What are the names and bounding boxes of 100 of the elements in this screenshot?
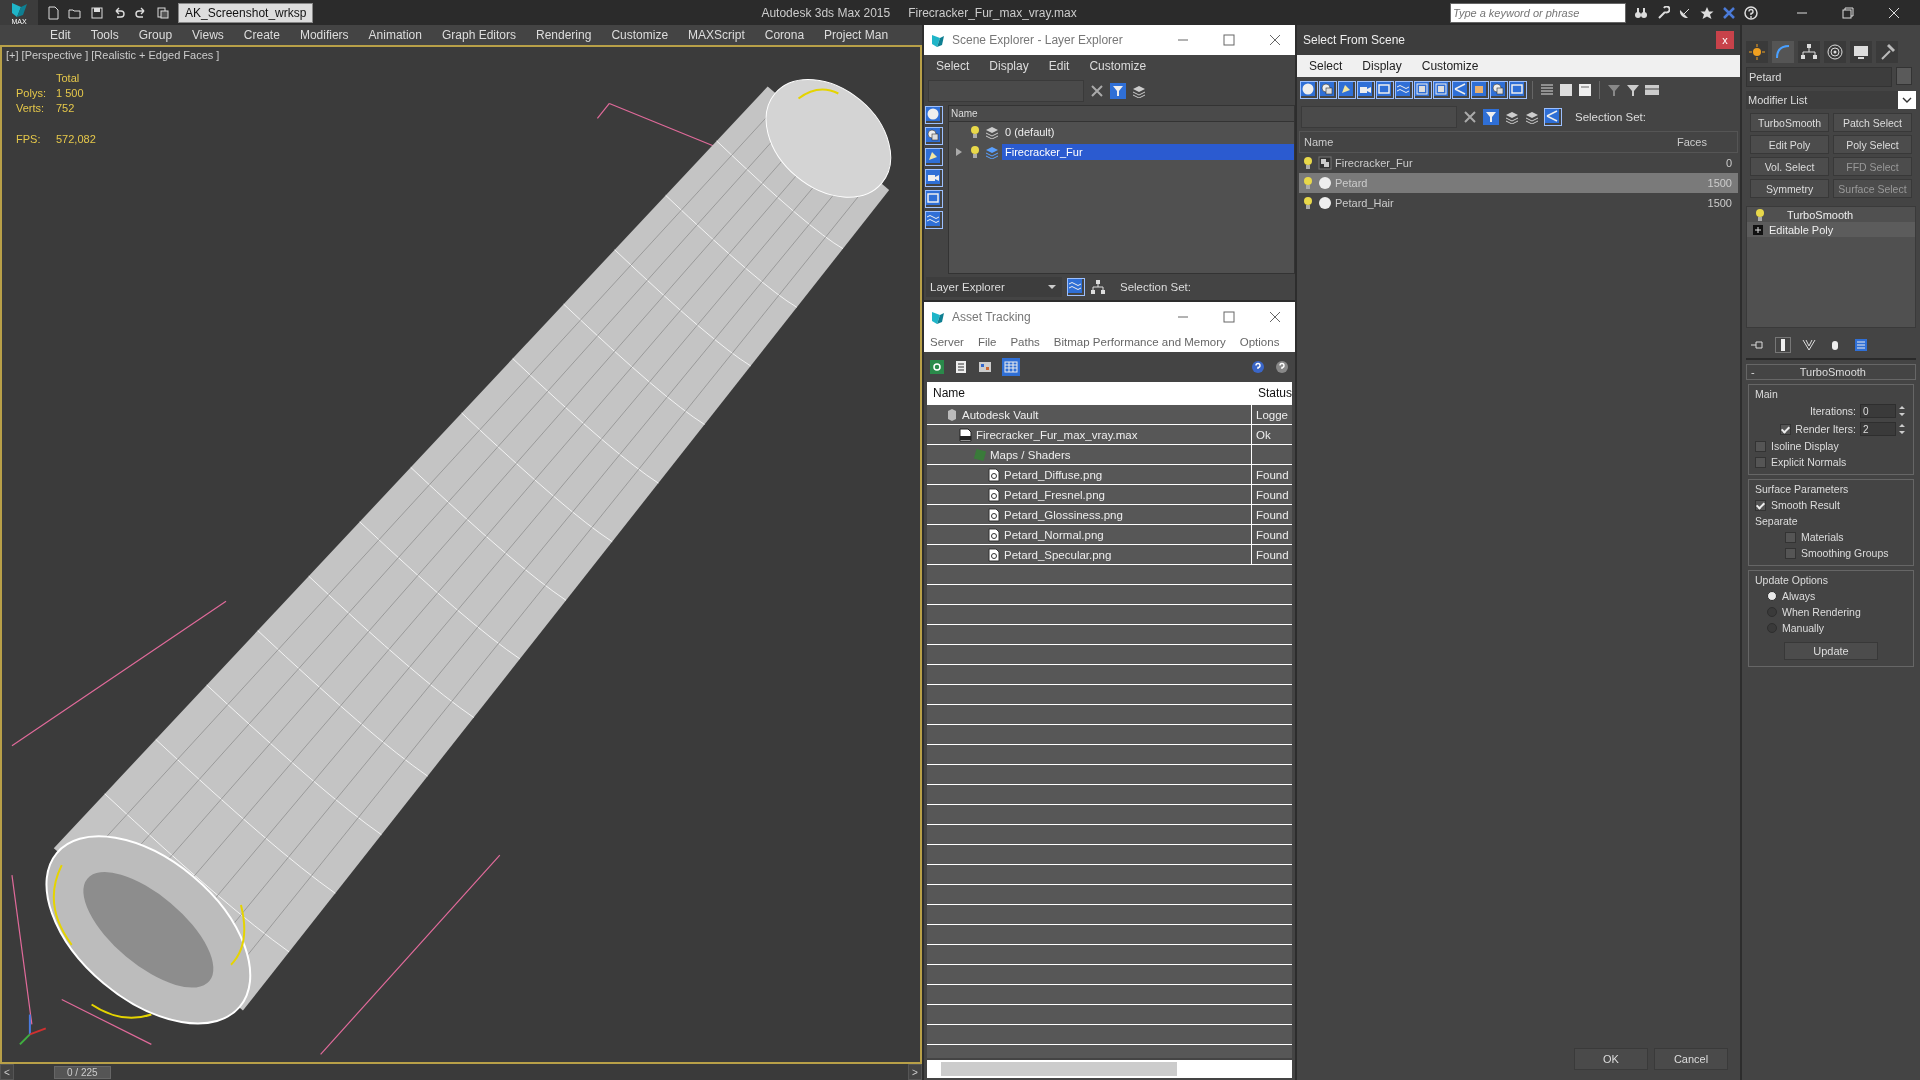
modifier-list-dropdown[interactable]: Modifier List bbox=[1746, 91, 1916, 109]
column-header[interactable]: Name bbox=[1302, 136, 1672, 148]
asset-name[interactable]: Petard_Glossiness.png bbox=[1004, 508, 1123, 521]
star-icon[interactable] bbox=[1700, 5, 1714, 20]
checkbox[interactable] bbox=[1785, 547, 1796, 559]
lightbulb-icon[interactable] bbox=[1301, 156, 1315, 170]
number-field[interactable]: 2 bbox=[1860, 422, 1896, 436]
help-icon[interactable] bbox=[1744, 5, 1758, 20]
modifier-button[interactable]: Edit Poly bbox=[1750, 135, 1829, 154]
layer-item[interactable]: 0 (default) bbox=[1002, 124, 1294, 140]
rollout-header[interactable]: - TurboSmooth bbox=[1746, 364, 1916, 380]
modifier-button[interactable]: Poly Select bbox=[1833, 135, 1912, 154]
save-icon[interactable] bbox=[90, 5, 104, 20]
layer-item[interactable]: Firecracker_Fur bbox=[1002, 144, 1294, 160]
close-icon[interactable] bbox=[1269, 311, 1281, 323]
maximize-icon[interactable] bbox=[1223, 311, 1235, 323]
menu-item[interactable]: Corona bbox=[764, 28, 805, 42]
object-row[interactable]: Firecracker_Fur 0 bbox=[1299, 153, 1738, 173]
tape-helper-icon[interactable] bbox=[1377, 82, 1393, 98]
select-all-icon[interactable] bbox=[1558, 82, 1574, 98]
workspace-dropdown[interactable]: AK_Screenshot_wrksp bbox=[178, 2, 314, 23]
clear-icon[interactable] bbox=[1090, 84, 1104, 98]
modifier-button[interactable]: Patch Select bbox=[1833, 113, 1912, 132]
spinner-arrows-icon[interactable] bbox=[1897, 422, 1907, 436]
frame-counter[interactable]: 0 / 225 bbox=[54, 1065, 111, 1079]
sun-icon[interactable] bbox=[1746, 41, 1768, 63]
menu-item[interactable]: Project Man bbox=[824, 28, 889, 42]
viewport-label[interactable]: [+] [Perspective ] [Realistic + Edged Faces ] bbox=[6, 49, 220, 61]
menu-item[interactable]: Select bbox=[1309, 59, 1343, 73]
time-slider[interactable]: 0 / 225 bbox=[14, 1064, 908, 1080]
object-color-swatch[interactable] bbox=[1896, 67, 1912, 85]
lightbulb-icon[interactable] bbox=[968, 145, 982, 159]
menu-item[interactable]: Group bbox=[138, 28, 173, 42]
hammer-icon[interactable] bbox=[1876, 41, 1898, 63]
menu-item[interactable]: Customize bbox=[1421, 59, 1479, 73]
explorer-dropdown[interactable]: Layer Explorer bbox=[926, 277, 1062, 297]
spotlight-icon[interactable] bbox=[1339, 82, 1355, 98]
maximize-icon[interactable] bbox=[1223, 34, 1235, 46]
camera-icon[interactable] bbox=[926, 170, 942, 186]
filter-icon[interactable] bbox=[1110, 83, 1126, 99]
next-frame-button[interactable]: > bbox=[908, 1064, 922, 1080]
menu-item[interactable]: Customize bbox=[1089, 59, 1147, 73]
camera-icon[interactable] bbox=[1358, 82, 1374, 98]
shapes-icon[interactable] bbox=[1320, 82, 1336, 98]
funnel-icon[interactable] bbox=[1802, 338, 1816, 352]
context-help-icon[interactable] bbox=[1275, 360, 1289, 374]
menu-item[interactable]: Select bbox=[936, 59, 970, 73]
object-name-field[interactable]: Petard bbox=[1746, 67, 1892, 87]
menu-item[interactable]: Options bbox=[1239, 336, 1280, 348]
group-icon[interactable] bbox=[1415, 82, 1431, 98]
menu-item[interactable]: Customize bbox=[611, 28, 669, 42]
spinner-arrows-icon[interactable] bbox=[1897, 404, 1907, 418]
column-header[interactable]: Status bbox=[1252, 382, 1292, 404]
checkbox[interactable] bbox=[1755, 499, 1766, 511]
menu-item[interactable]: Modifiers bbox=[299, 28, 349, 42]
menu-item[interactable]: Edit bbox=[1048, 59, 1070, 73]
asset-name[interactable]: Maps / Shaders bbox=[990, 448, 1071, 461]
checkbox[interactable] bbox=[1785, 531, 1796, 543]
menu-item[interactable]: Tools bbox=[90, 28, 119, 42]
modifier-button[interactable]: TurboSmooth bbox=[1750, 113, 1829, 132]
wave-icon[interactable] bbox=[926, 212, 942, 228]
box-icon[interactable] bbox=[1472, 82, 1488, 98]
menu-item[interactable]: File bbox=[977, 336, 997, 348]
asset-name[interactable]: Firecracker_Fur_max_vray.max bbox=[976, 428, 1138, 441]
pin-icon[interactable] bbox=[1750, 338, 1764, 352]
modifier-button[interactable]: Symmetry bbox=[1750, 179, 1829, 198]
x-logo-icon[interactable] bbox=[1722, 5, 1736, 20]
lightbulb-icon[interactable] bbox=[1753, 207, 1765, 222]
project-folder-icon[interactable] bbox=[156, 5, 170, 20]
close-button[interactable]: x bbox=[1716, 31, 1734, 49]
clear-icon[interactable] bbox=[1463, 110, 1477, 124]
select-none-icon[interactable] bbox=[1577, 82, 1593, 98]
checkbox[interactable] bbox=[1755, 456, 1766, 468]
restore-icon[interactable] bbox=[1842, 6, 1854, 19]
search-field[interactable]: Type a keyword or phrase bbox=[1450, 2, 1626, 23]
checkbox[interactable] bbox=[1755, 440, 1766, 452]
radio-button[interactable] bbox=[1767, 591, 1777, 601]
bone-icon[interactable] bbox=[1453, 82, 1469, 98]
menu-item[interactable]: Display bbox=[989, 59, 1029, 73]
menu-item[interactable]: Views bbox=[192, 28, 224, 42]
new-file-icon[interactable] bbox=[46, 5, 60, 20]
close-icon[interactable] bbox=[1269, 34, 1281, 46]
rings-icon[interactable] bbox=[1824, 41, 1846, 63]
checkbox[interactable] bbox=[1780, 423, 1792, 435]
filter-icon[interactable] bbox=[1606, 82, 1622, 98]
asset-name[interactable]: Petard_Fresnel.png bbox=[1004, 488, 1105, 501]
asset-name[interactable]: Petard_Normal.png bbox=[1004, 528, 1104, 541]
asset-name[interactable]: Autodesk Vault bbox=[962, 408, 1039, 421]
monitor-icon[interactable] bbox=[1850, 41, 1872, 63]
column-header[interactable]: Name bbox=[949, 106, 1294, 122]
column-header[interactable]: Faces bbox=[1675, 136, 1737, 148]
refresh-icon[interactable] bbox=[930, 360, 944, 374]
column-header[interactable]: Name bbox=[927, 382, 1252, 404]
menu-item[interactable]: Display bbox=[1362, 59, 1402, 73]
menu-item[interactable]: Server bbox=[930, 336, 964, 348]
stack-item[interactable]: Editable Poly bbox=[1747, 222, 1915, 237]
number-field[interactable]: 0 bbox=[1860, 404, 1896, 418]
menu-item[interactable]: MAXScript bbox=[688, 28, 745, 42]
stack-item[interactable]: TurboSmooth bbox=[1747, 207, 1915, 222]
wave-icon[interactable] bbox=[1396, 82, 1412, 98]
